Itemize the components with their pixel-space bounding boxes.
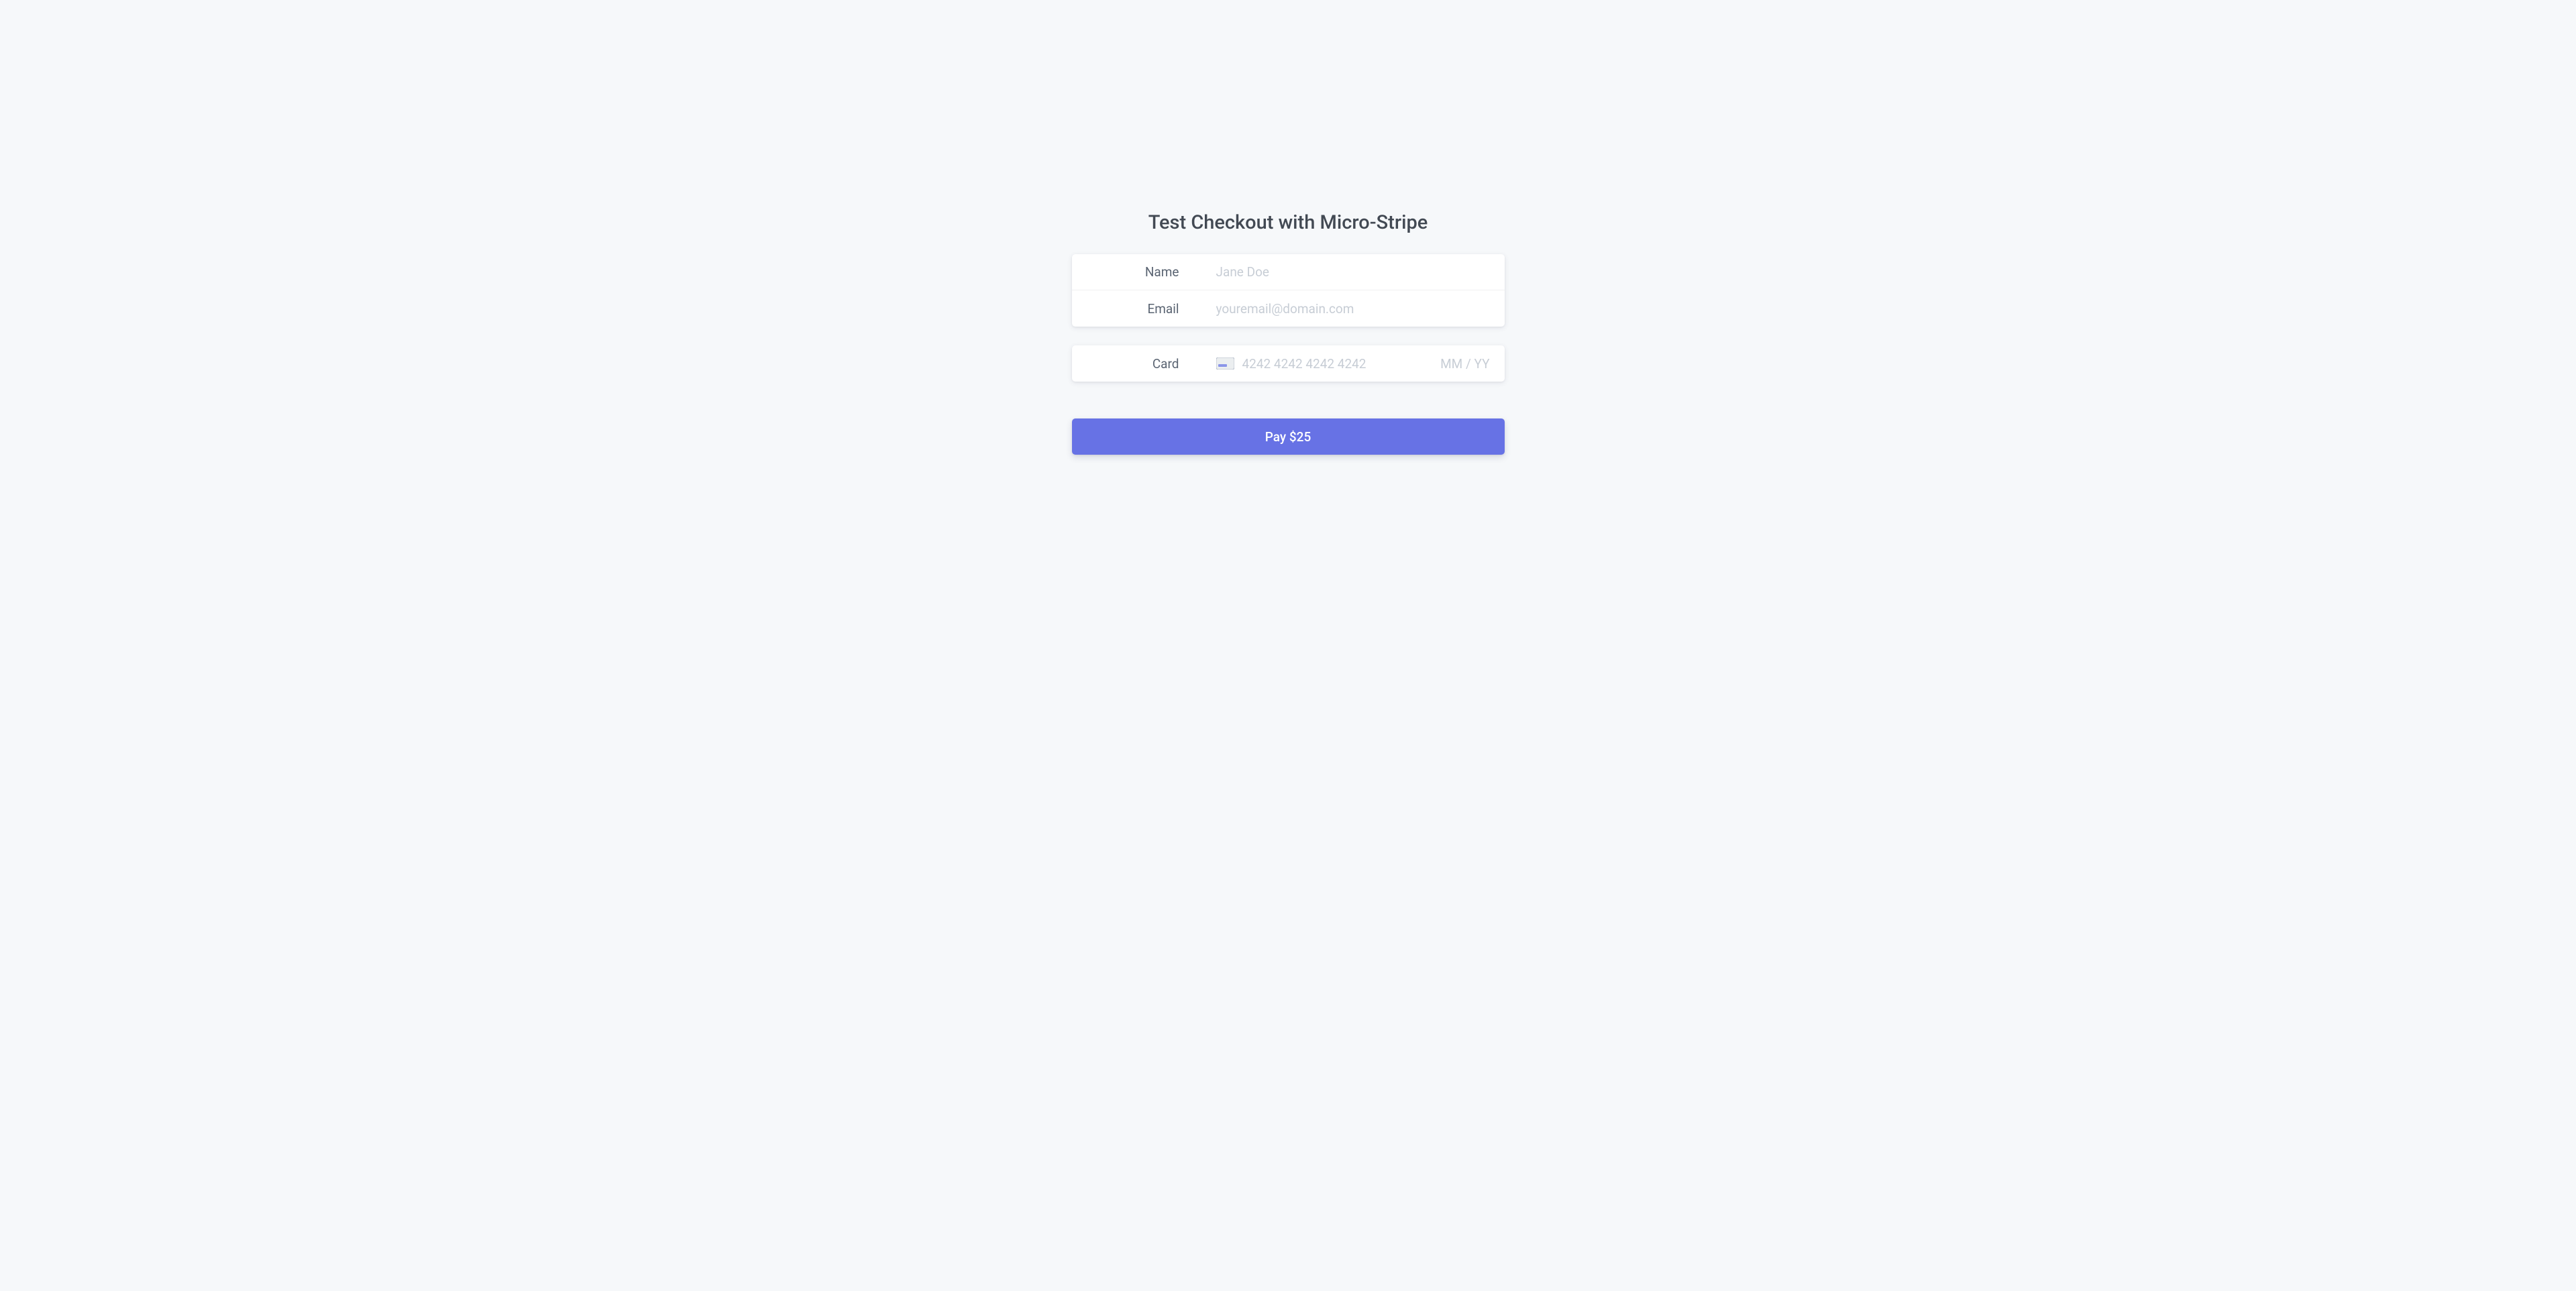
card-number-input[interactable] bbox=[1242, 356, 1430, 372]
email-input[interactable] bbox=[1179, 301, 1505, 317]
card-info-card: Card bbox=[1072, 345, 1505, 382]
card-expiry-input[interactable] bbox=[1430, 356, 1490, 372]
name-input[interactable] bbox=[1179, 264, 1505, 280]
name-field-row: Name bbox=[1072, 254, 1505, 290]
card-field-row: Card bbox=[1072, 345, 1505, 382]
checkout-container: Test Checkout with Micro-Stripe Name Ema… bbox=[1072, 211, 1505, 1291]
email-field-row: Email bbox=[1072, 290, 1505, 327]
pay-button[interactable]: Pay $25 bbox=[1072, 418, 1505, 455]
email-label: Email bbox=[1072, 301, 1179, 317]
name-label: Name bbox=[1072, 264, 1179, 280]
card-label: Card bbox=[1072, 356, 1179, 372]
personal-info-card: Name Email bbox=[1072, 254, 1505, 327]
page-title: Test Checkout with Micro-Stripe bbox=[1072, 211, 1505, 234]
card-input-wrapper bbox=[1179, 356, 1505, 372]
credit-card-icon bbox=[1216, 357, 1234, 370]
